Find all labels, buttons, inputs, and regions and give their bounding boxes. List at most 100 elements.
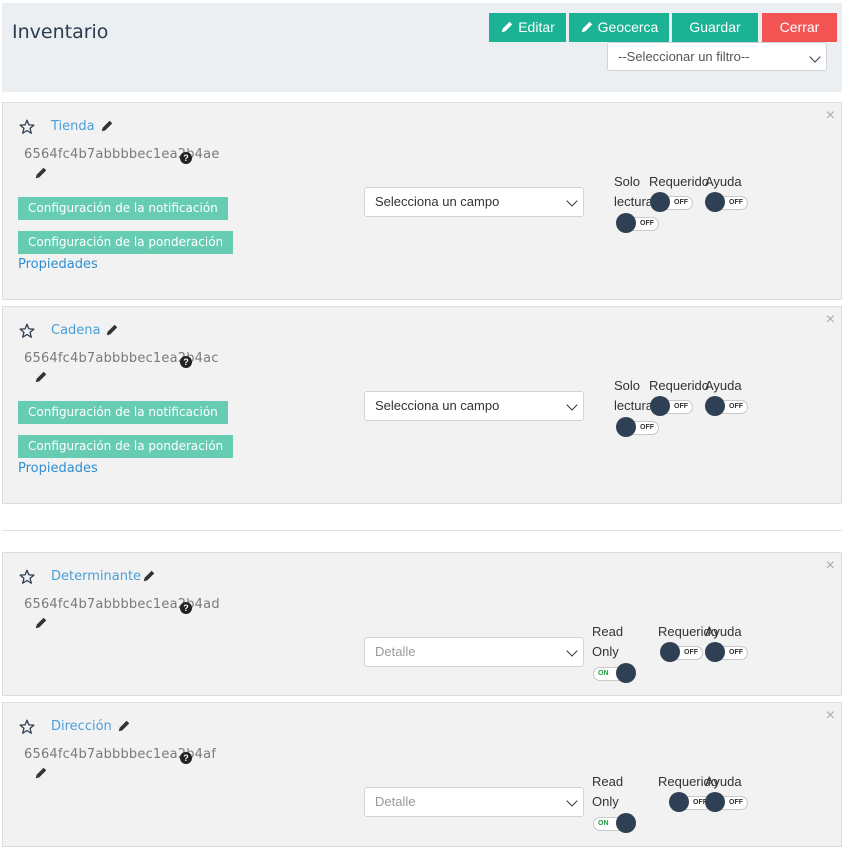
pencil-icon[interactable]: [142, 569, 156, 583]
readonly-label-line1: Solo: [614, 378, 641, 393]
star-icon[interactable]: [19, 323, 35, 339]
chevron-down-icon: [566, 399, 578, 411]
help-toggle[interactable]: OFF: [705, 792, 748, 812]
close-button[interactable]: Cerrar: [762, 13, 837, 42]
close-icon[interactable]: ×: [826, 108, 835, 124]
readonly-toggle[interactable]: OFF: [616, 417, 659, 437]
toggle-knob: [616, 663, 636, 683]
question-icon[interactable]: ?: [180, 152, 192, 164]
field-card-cadena: × Cadena 6564fc4b7abbbbec1ea2b4ac ? Conf…: [2, 306, 842, 504]
chevron-down-icon: [566, 195, 578, 207]
toggle-state-text: OFF: [674, 199, 688, 206]
help-toggle[interactable]: OFF: [705, 192, 748, 212]
readonly-toggle[interactable]: OFF: [616, 213, 659, 233]
pencil-icon[interactable]: [117, 719, 131, 733]
pencil-icon[interactable]: [34, 766, 48, 780]
close-icon[interactable]: ×: [826, 558, 835, 574]
required-label: Requerido: [649, 174, 709, 189]
toggle-state-text: OFF: [729, 199, 743, 206]
field-name-link[interactable]: Cadena: [51, 323, 101, 338]
geofence-button[interactable]: Geocerca: [569, 13, 669, 42]
filter-select[interactable]: --Seleccionar un filtro--: [607, 42, 827, 71]
field-name-link[interactable]: Dirección: [51, 719, 112, 734]
required-toggle[interactable]: OFF: [660, 642, 703, 662]
edit-button[interactable]: Editar: [489, 13, 566, 42]
chevron-down-icon: [566, 645, 578, 657]
toggle-state-text: OFF: [640, 424, 654, 431]
toggle-state-text: OFF: [729, 649, 743, 656]
properties-link[interactable]: Propiedades: [18, 257, 98, 272]
chevron-down-icon: [566, 795, 578, 807]
toggle-state-text: OFF: [684, 649, 698, 656]
question-icon[interactable]: ?: [180, 602, 192, 614]
toggle-state-text: ON: [598, 670, 609, 677]
help-label: Ayuda: [705, 774, 742, 789]
field-select-value: Selecciona un campo: [375, 398, 500, 413]
filter-select-value: --Seleccionar un filtro--: [618, 49, 750, 64]
toggle-knob: [616, 213, 636, 233]
field-select[interactable]: Selecciona un campo: [364, 391, 584, 421]
readonly-label-line2: Only: [592, 644, 619, 659]
help-label: Ayuda: [705, 624, 742, 639]
readonly-label-line2: Only: [592, 794, 619, 809]
star-icon[interactable]: [19, 719, 35, 735]
readonly-label-line2: lectura: [614, 194, 654, 209]
geofence-button-label: Geocerca: [597, 19, 659, 35]
readonly-toggle[interactable]: ON: [593, 813, 636, 833]
pencil-icon: [501, 21, 513, 33]
toggle-knob: [669, 792, 689, 812]
field-select[interactable]: Detalle: [364, 637, 584, 667]
pencil-icon[interactable]: [105, 323, 119, 337]
page-title: Inventario: [12, 21, 109, 43]
pencil-icon[interactable]: [34, 166, 48, 180]
toggle-state-text: ON: [598, 820, 609, 827]
pencil-icon: [581, 21, 592, 33]
edit-button-label: Editar: [518, 19, 555, 35]
required-toggle[interactable]: OFF: [650, 192, 693, 212]
field-select[interactable]: Detalle: [364, 787, 584, 817]
close-icon[interactable]: ×: [826, 708, 835, 724]
help-toggle[interactable]: OFF: [705, 396, 748, 416]
field-card-tienda: × Tienda 6564fc4b7abbbbec1ea2b4ae ? Conf…: [2, 102, 842, 300]
page-header: Inventario Editar Geocerca Guardar Cerra…: [2, 3, 842, 92]
readonly-label-line1: Read: [592, 774, 624, 789]
close-button-label: Cerrar: [779, 19, 820, 35]
close-icon[interactable]: ×: [826, 312, 835, 328]
required-toggle[interactable]: OFF: [650, 396, 693, 416]
field-card-direccion: × Dirección 6564fc4b7abbbbec1ea2b4af ? D…: [2, 702, 842, 847]
readonly-toggle[interactable]: ON: [593, 663, 636, 683]
toggle-knob: [660, 642, 680, 662]
toggle-knob: [705, 792, 725, 812]
toggle-knob: [616, 813, 636, 833]
field-name-link[interactable]: Tienda: [51, 119, 95, 134]
chevron-down-icon: [809, 51, 821, 63]
pencil-icon[interactable]: [34, 370, 48, 384]
pencil-icon[interactable]: [34, 616, 48, 630]
field-select-value: Detalle: [375, 794, 416, 809]
toggle-state-text: OFF: [729, 799, 743, 806]
toggle-state-text: OFF: [674, 403, 688, 410]
star-icon[interactable]: [19, 119, 35, 135]
star-icon[interactable]: [19, 569, 35, 585]
weighting-config-button[interactable]: Configuración de la ponderación: [18, 435, 234, 458]
properties-link[interactable]: Propiedades: [18, 461, 98, 476]
toggle-knob: [650, 192, 670, 212]
toggle-state-text: OFF: [729, 403, 743, 410]
help-toggle[interactable]: OFF: [705, 642, 748, 662]
weighting-config-button[interactable]: Configuración de la ponderación: [18, 231, 234, 254]
pencil-icon[interactable]: [100, 119, 114, 133]
field-card-determinante: × Determinante 6564fc4b7abbbbec1ea2b4ad …: [2, 552, 842, 696]
notification-config-button[interactable]: Configuración de la notificación: [18, 401, 228, 424]
question-icon[interactable]: ?: [180, 356, 192, 368]
field-name-link[interactable]: Determinante: [51, 569, 141, 584]
save-button[interactable]: Guardar: [672, 13, 758, 42]
help-label: Ayuda: [705, 174, 742, 189]
toggle-knob: [616, 417, 636, 437]
question-icon[interactable]: ?: [180, 752, 192, 764]
readonly-label-line1: Read: [592, 624, 624, 639]
field-select[interactable]: Selecciona un campo: [364, 187, 584, 217]
save-button-label: Guardar: [689, 19, 741, 35]
notification-config-button[interactable]: Configuración de la notificación: [18, 197, 228, 220]
toggle-knob: [705, 642, 725, 662]
toggle-knob: [705, 396, 725, 416]
